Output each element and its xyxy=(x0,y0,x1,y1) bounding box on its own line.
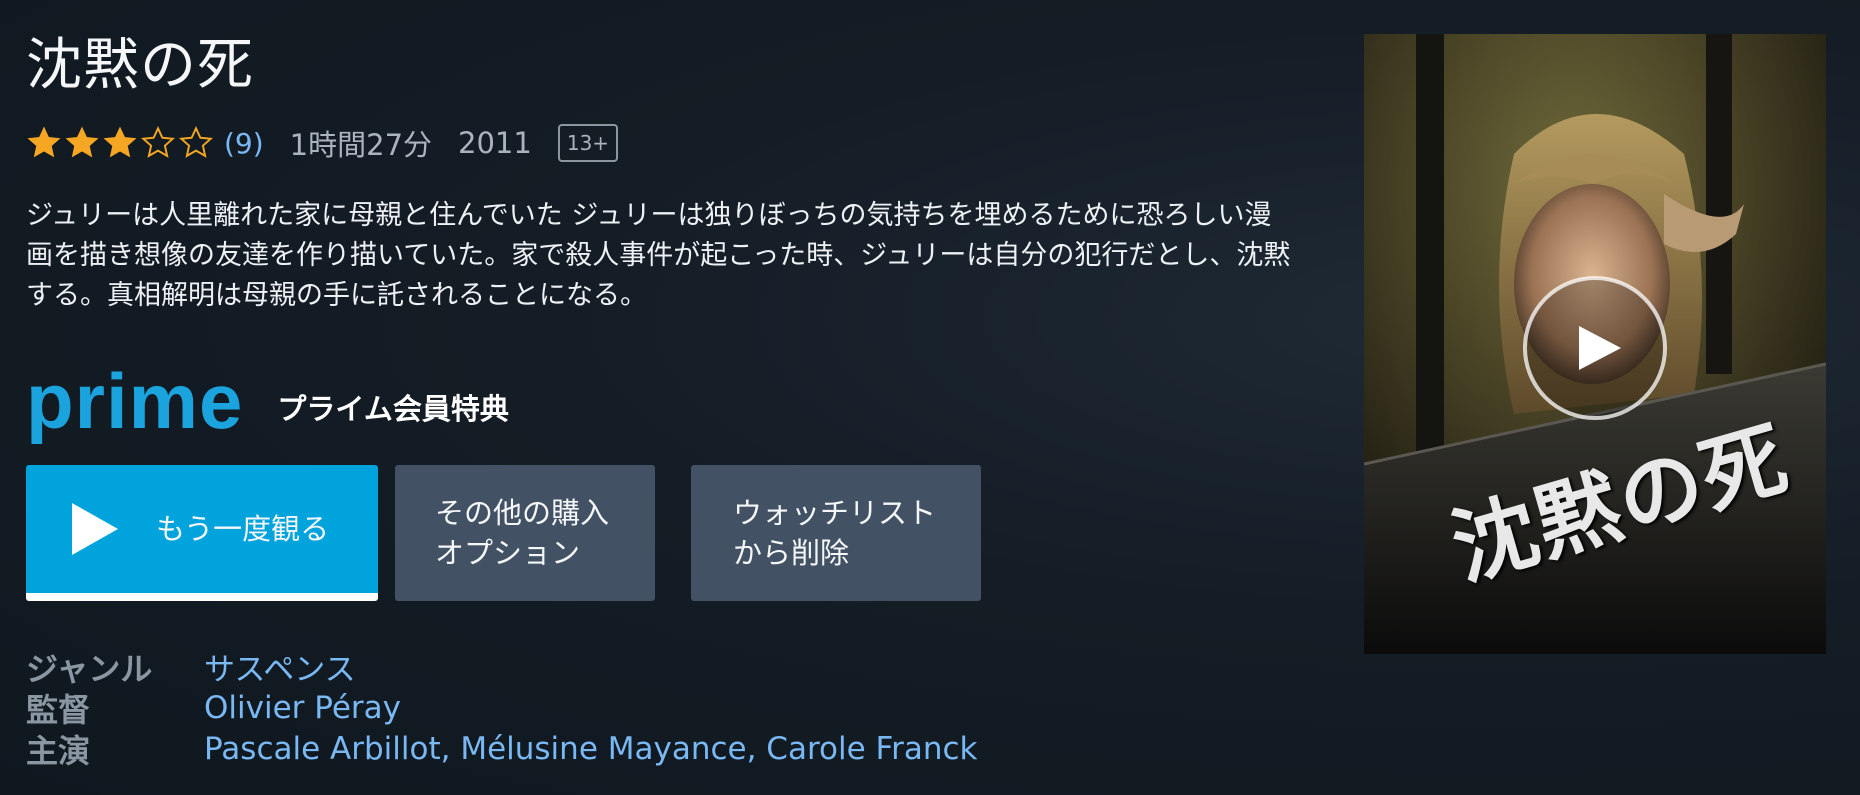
prime-benefit-label: プライム会員特典 xyxy=(277,392,509,426)
star-outline-icon xyxy=(178,125,214,158)
runtime: 1時間27分 xyxy=(289,128,433,162)
star-icon xyxy=(103,126,137,158)
detail-row-cast: 主演 Pascale Arbillot, Mélusine Mayance, C… xyxy=(26,728,977,770)
watch-again-label: もう一度観る xyxy=(156,512,330,546)
age-rating-badge: 13+ xyxy=(557,124,619,162)
poster-image[interactable]: 沈黙の死 xyxy=(1364,34,1826,654)
page-title: 沈黙の死 xyxy=(26,33,254,98)
details-list: ジャンル サスペンス 監督 Olivier Péray 主演 Pascale A… xyxy=(26,644,977,770)
detail-row-genre: ジャンル サスペンス xyxy=(26,644,977,689)
director-link[interactable]: Olivier Péray xyxy=(204,690,401,726)
poster-play-icon[interactable] xyxy=(1521,274,1669,422)
other-purchase-options-label: その他の購入 オプション xyxy=(435,496,610,570)
detail-key: 主演 xyxy=(26,731,91,770)
remove-from-watchlist-button[interactable]: ウォッチリスト から削除 xyxy=(691,465,981,601)
star-outline-icon xyxy=(140,125,176,158)
watch-again-button[interactable]: もう一度観る xyxy=(26,465,378,601)
detail-key: 監督 xyxy=(26,690,91,729)
detail-key: ジャンル xyxy=(26,649,153,688)
play-icon xyxy=(72,503,118,555)
star-rating[interactable] xyxy=(26,125,216,161)
star-icon xyxy=(65,126,99,158)
cast-links[interactable]: Pascale Arbillot, Mélusine Mayance, Caro… xyxy=(204,731,977,767)
other-purchase-options-button[interactable]: その他の購入 オプション xyxy=(395,465,655,601)
meta-row: (9) 1時間27分 2011 13+ xyxy=(26,118,619,168)
synopsis: ジュリーは人里離れた家に母親と住んでいた ジュリーは独りぼっちの気持ちを埋めるた… xyxy=(26,200,1291,311)
remove-from-watchlist-label: ウォッチリスト から削除 xyxy=(733,496,937,570)
prime-row: prime プライム会員特典 xyxy=(26,362,509,446)
genre-link[interactable]: サスペンス xyxy=(204,644,356,689)
rating-count-link[interactable]: (9) xyxy=(224,127,264,160)
release-year: 2011 xyxy=(458,126,532,160)
detail-row-director: 監督 Olivier Péray xyxy=(26,687,977,729)
star-icon xyxy=(27,126,61,158)
prime-logo: prime xyxy=(26,357,244,445)
